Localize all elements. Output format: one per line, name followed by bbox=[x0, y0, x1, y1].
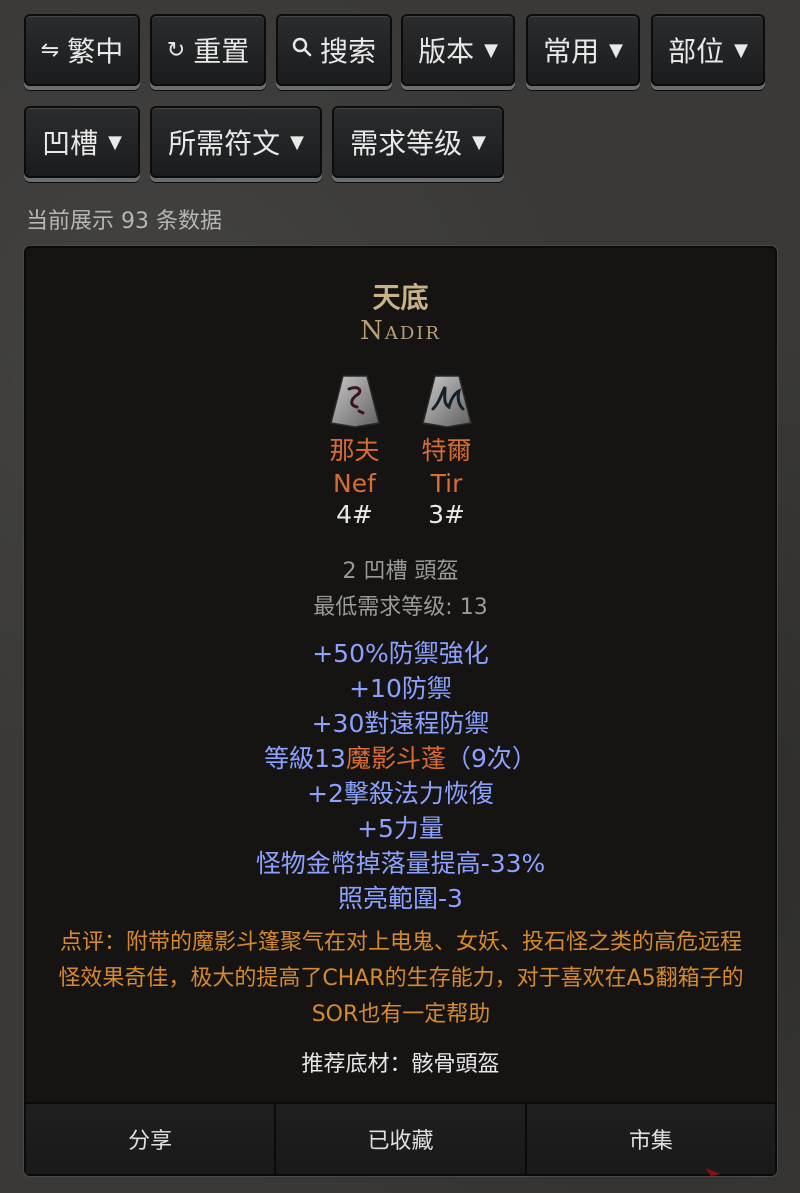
rune-number: 4# bbox=[336, 500, 373, 529]
socket-info: 2 凹槽 頭盔 bbox=[342, 559, 459, 584]
skill-charges: （9次） bbox=[445, 744, 537, 773]
version-dropdown[interactable]: 版本 ▼ bbox=[401, 14, 515, 86]
rune-name-cn: 那夫 bbox=[329, 436, 380, 465]
rune-name-cn: 特爾 bbox=[421, 436, 472, 465]
stat-line: +5力量 bbox=[357, 814, 444, 843]
reset-label: 重置 bbox=[193, 35, 250, 68]
share-button[interactable]: 分享 bbox=[26, 1104, 277, 1174]
stat-line: 怪物金幣掉落量提高-33% bbox=[255, 849, 546, 878]
version-label: 版本 bbox=[418, 35, 475, 68]
caret-down-icon: ▼ bbox=[609, 39, 623, 61]
caret-down-icon: ▼ bbox=[108, 131, 122, 153]
caret-down-icon: ▼ bbox=[734, 39, 748, 61]
min-level: 最低需求等级: 13 bbox=[313, 595, 488, 620]
runeword-title-en: Nadir bbox=[360, 316, 441, 346]
language-toggle-button[interactable]: ⇋ 繁中 bbox=[24, 14, 140, 86]
market-button[interactable]: 市集 bbox=[526, 1104, 775, 1174]
stat-line: +10防禦 bbox=[349, 674, 452, 703]
caret-down-icon: ▼ bbox=[472, 131, 486, 153]
rune-nef-icon bbox=[329, 375, 380, 428]
caret-down-icon: ▼ bbox=[290, 131, 304, 153]
runeword-title-cn: 天底 bbox=[372, 281, 429, 314]
runeword-card: 天底 Nadir 那夫 Nef 4# 特爾 Tir 3# 2 凹槽 頭盔 最低需… bbox=[24, 246, 777, 1176]
language-toggle-label: 繁中 bbox=[67, 35, 124, 68]
reset-button[interactable]: ↻ 重置 bbox=[150, 14, 266, 86]
rune-list: 那夫 Nef 4# 特爾 Tir 3# bbox=[26, 373, 775, 529]
slot-dropdown[interactable]: 部位 ▼ bbox=[651, 14, 765, 86]
result-count: 当前展示 93 条数据 bbox=[26, 209, 222, 234]
recommended-base: 推荐底材：骸骨頭盔 bbox=[301, 1052, 500, 1077]
slot-label: 部位 bbox=[668, 35, 725, 68]
caret-down-icon: ▼ bbox=[484, 39, 498, 61]
rune-number: 3# bbox=[428, 500, 465, 529]
stat-line: 照亮範圍-3 bbox=[338, 884, 463, 913]
search-icon bbox=[292, 37, 312, 63]
common-label: 常用 bbox=[543, 35, 600, 68]
rune-tir-icon bbox=[421, 375, 472, 428]
rune-name-en: Nef bbox=[333, 469, 376, 498]
sockets-dropdown[interactable]: 凹槽 ▼ bbox=[24, 106, 140, 178]
card-actions: 分享 已收藏 市集 bbox=[26, 1102, 775, 1174]
required-level-label: 需求等级 bbox=[350, 127, 463, 160]
search-button[interactable]: 搜索 bbox=[276, 14, 392, 86]
rune-item[interactable]: 特爾 Tir 3# bbox=[419, 373, 475, 529]
skill-level: 等級13 bbox=[264, 744, 346, 773]
swap-icon: ⇋ bbox=[40, 37, 60, 63]
common-dropdown[interactable]: 常用 ▼ bbox=[526, 14, 640, 86]
skill-charge-line: 等級13魔影斗蓬（9次） bbox=[26, 739, 775, 775]
skill-name: 魔影斗蓬 bbox=[345, 744, 446, 773]
refresh-icon: ↻ bbox=[166, 37, 186, 63]
stat-line: +2擊殺法力恢復 bbox=[307, 779, 494, 808]
search-label: 搜索 bbox=[319, 35, 376, 68]
favorited-button[interactable]: 已收藏 bbox=[276, 1104, 527, 1174]
rune-item[interactable]: 那夫 Nef 4# bbox=[327, 373, 383, 529]
rune-name-en: Tir bbox=[430, 469, 463, 498]
required-runes-dropdown[interactable]: 所需符文 ▼ bbox=[150, 106, 322, 178]
review-comment: 点评：附带的魔影斗篷聚气在对上电鬼、女妖、投石怪之类的高危远程怪效果奇佳，极大的… bbox=[58, 930, 744, 1027]
stat-line: +50%防禦強化 bbox=[312, 639, 489, 668]
sockets-label: 凹槽 bbox=[42, 127, 99, 160]
required-runes-label: 所需符文 bbox=[168, 127, 281, 160]
watermark-logo-icon bbox=[705, 1168, 721, 1184]
required-level-dropdown[interactable]: 需求等级 ▼ bbox=[332, 106, 504, 178]
stat-line: +30對遠程防禦 bbox=[311, 709, 490, 738]
